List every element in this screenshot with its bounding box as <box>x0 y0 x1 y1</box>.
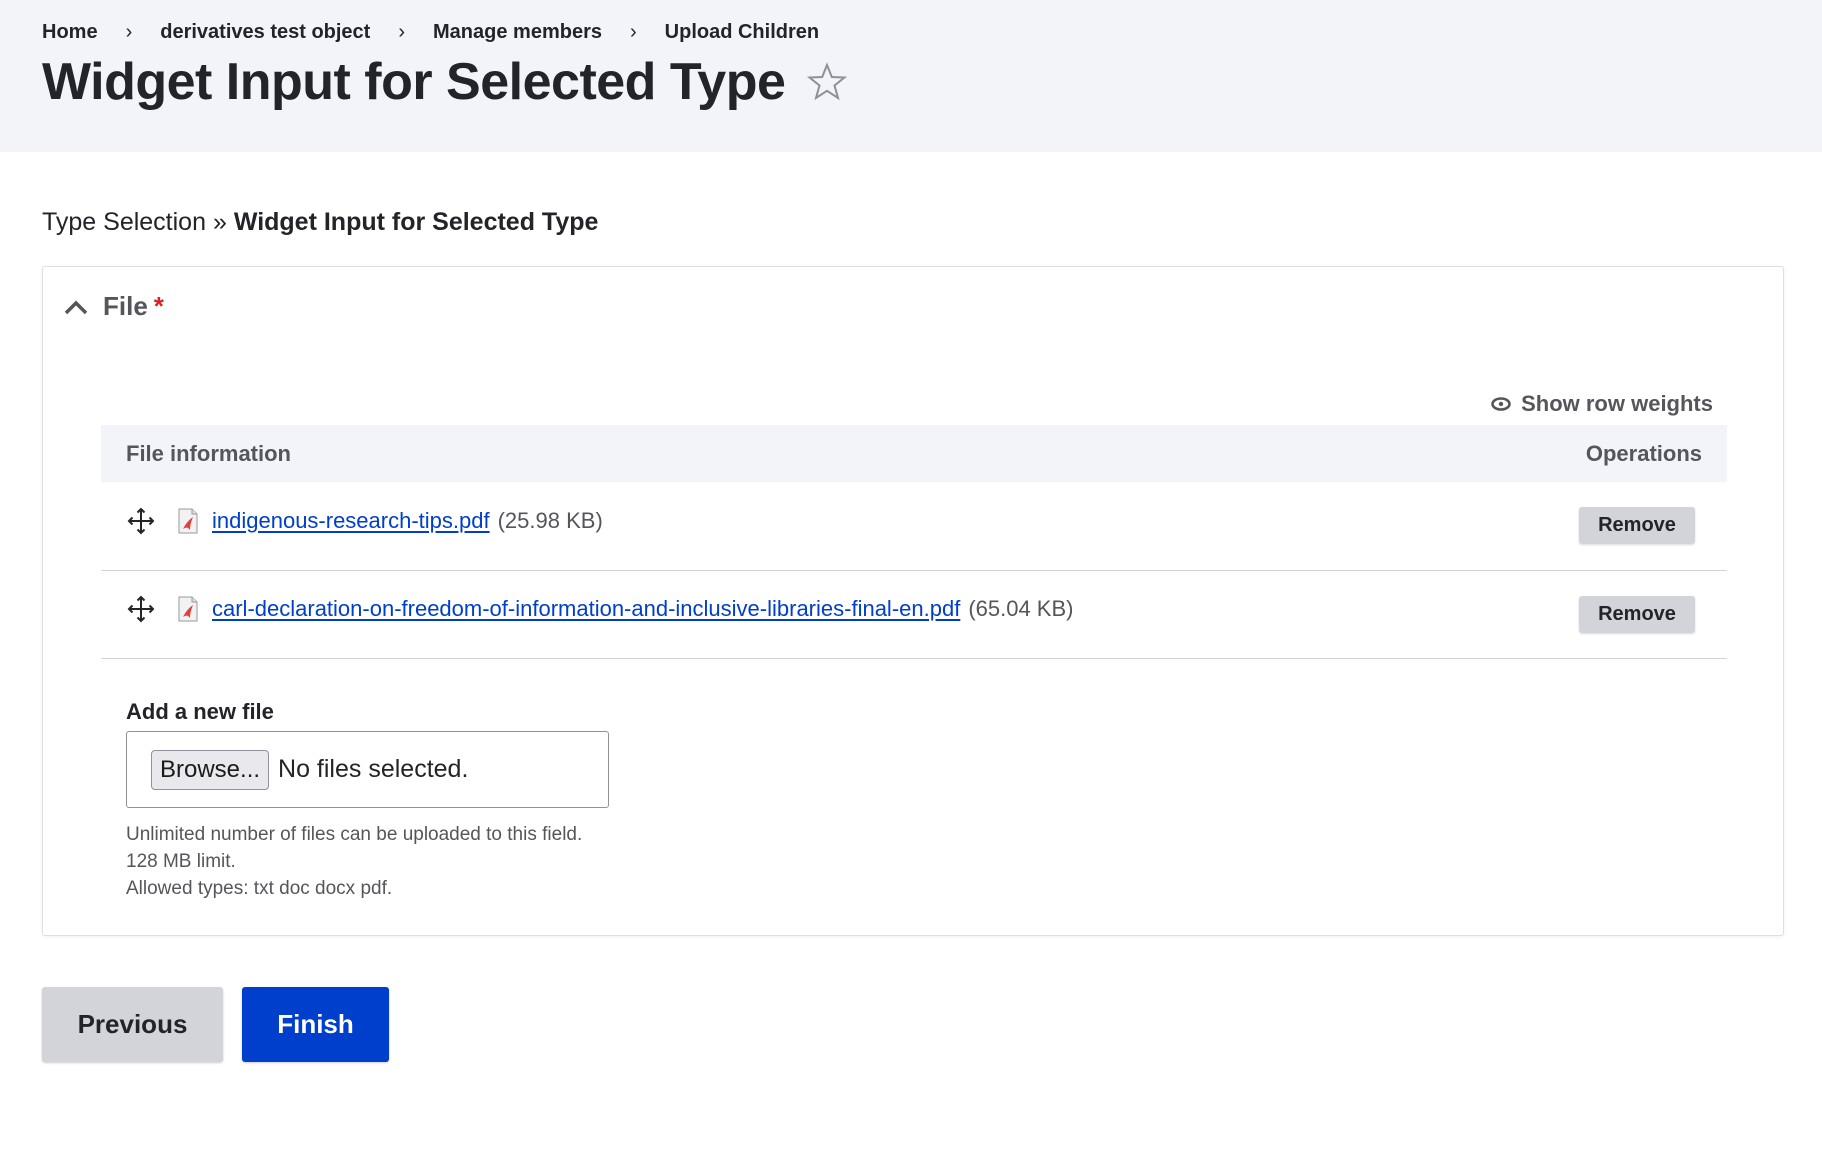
table-row: carl-declaration-on-freedom-of-informati… <box>101 570 1727 658</box>
chevron-up-icon <box>64 300 88 314</box>
page-title-wrap: Widget Input for Selected Type <box>42 52 848 112</box>
breadcrumb-separator: › <box>629 20 637 43</box>
wizard-separator: » <box>212 208 227 236</box>
show-row-weights-button[interactable]: Show row weights <box>1491 391 1713 417</box>
previous-button[interactable]: Previous <box>42 987 223 1062</box>
wizard-step-previous: Type Selection <box>42 208 206 236</box>
remove-file-button[interactable]: Remove <box>1579 507 1695 545</box>
pdf-file-icon <box>178 596 198 622</box>
breadcrumb-manage-members[interactable]: Manage members <box>433 21 602 44</box>
file-info-cell: carl-declaration-on-freedom-of-informati… <box>101 570 1487 658</box>
page-title: Widget Input for Selected Type <box>42 53 786 111</box>
wizard-step-current: Widget Input for Selected Type <box>233 208 599 236</box>
file-size: (65.04 KB) <box>968 596 1074 621</box>
page-header: Home › derivatives test object › Manage … <box>0 0 1822 152</box>
browse-button[interactable]: Browse... <box>151 749 270 790</box>
wizard-steps: Type Selection » Widget Input for Select… <box>42 208 598 237</box>
breadcrumb-separator: › <box>125 20 133 43</box>
pdf-file-icon <box>178 508 198 534</box>
column-header-operations: Operations <box>1585 440 1702 466</box>
drag-handle-icon[interactable] <box>126 594 156 624</box>
eye-icon <box>1491 397 1511 411</box>
description-line-size: 128 MB limit. <box>126 851 236 872</box>
breadcrumb-separator: › <box>398 20 406 43</box>
breadcrumb-upload-children[interactable]: Upload Children <box>665 21 819 44</box>
star-icon[interactable] <box>807 62 848 102</box>
breadcrumb: Home › derivatives test object › Manage … <box>42 20 819 44</box>
operations-cell: Remove <box>1487 482 1727 570</box>
description-line-types: Allowed types: txt doc docx pdf. <box>126 878 393 899</box>
files-table: File information Operations indigenous-r… <box>101 425 1727 659</box>
file-selection-status: No files selected. <box>278 755 469 783</box>
required-marker: * <box>153 291 164 321</box>
file-field-card: File * Show row weights File information… <box>42 266 1784 936</box>
finish-button[interactable]: Finish <box>242 987 389 1062</box>
file-field-description: Unlimited number of files can be uploade… <box>126 821 582 902</box>
file-info-cell: indigenous-research-tips.pdf (25.98 KB) <box>101 482 1487 570</box>
description-line-count: Unlimited number of files can be uploade… <box>126 824 583 845</box>
file-field-toggle[interactable]: File * <box>63 291 164 322</box>
breadcrumb-object[interactable]: derivatives test object <box>160 21 370 44</box>
show-row-weights-label: Show row weights <box>1521 391 1713 416</box>
file-field-label: File <box>103 291 148 321</box>
add-new-file-label: Add a new file <box>126 699 274 724</box>
remove-file-button[interactable]: Remove <box>1579 595 1695 633</box>
operations-cell: Remove <box>1487 570 1727 658</box>
file-size: (25.98 KB) <box>497 507 603 533</box>
table-row: indigenous-research-tips.pdf (25.98 KB) … <box>101 482 1727 570</box>
form-actions: Previous Finish <box>42 987 389 1062</box>
file-upload-input[interactable]: Browse... No files selected. <box>126 731 609 808</box>
file-link[interactable]: carl-declaration-on-freedom-of-informati… <box>212 596 960 622</box>
column-header-file-information: File information <box>126 440 291 466</box>
table-header-row: File information Operations <box>101 425 1727 482</box>
drag-handle-icon[interactable] <box>126 506 156 536</box>
file-link[interactable]: indigenous-research-tips.pdf <box>212 508 490 534</box>
breadcrumb-home[interactable]: Home <box>42 21 98 44</box>
